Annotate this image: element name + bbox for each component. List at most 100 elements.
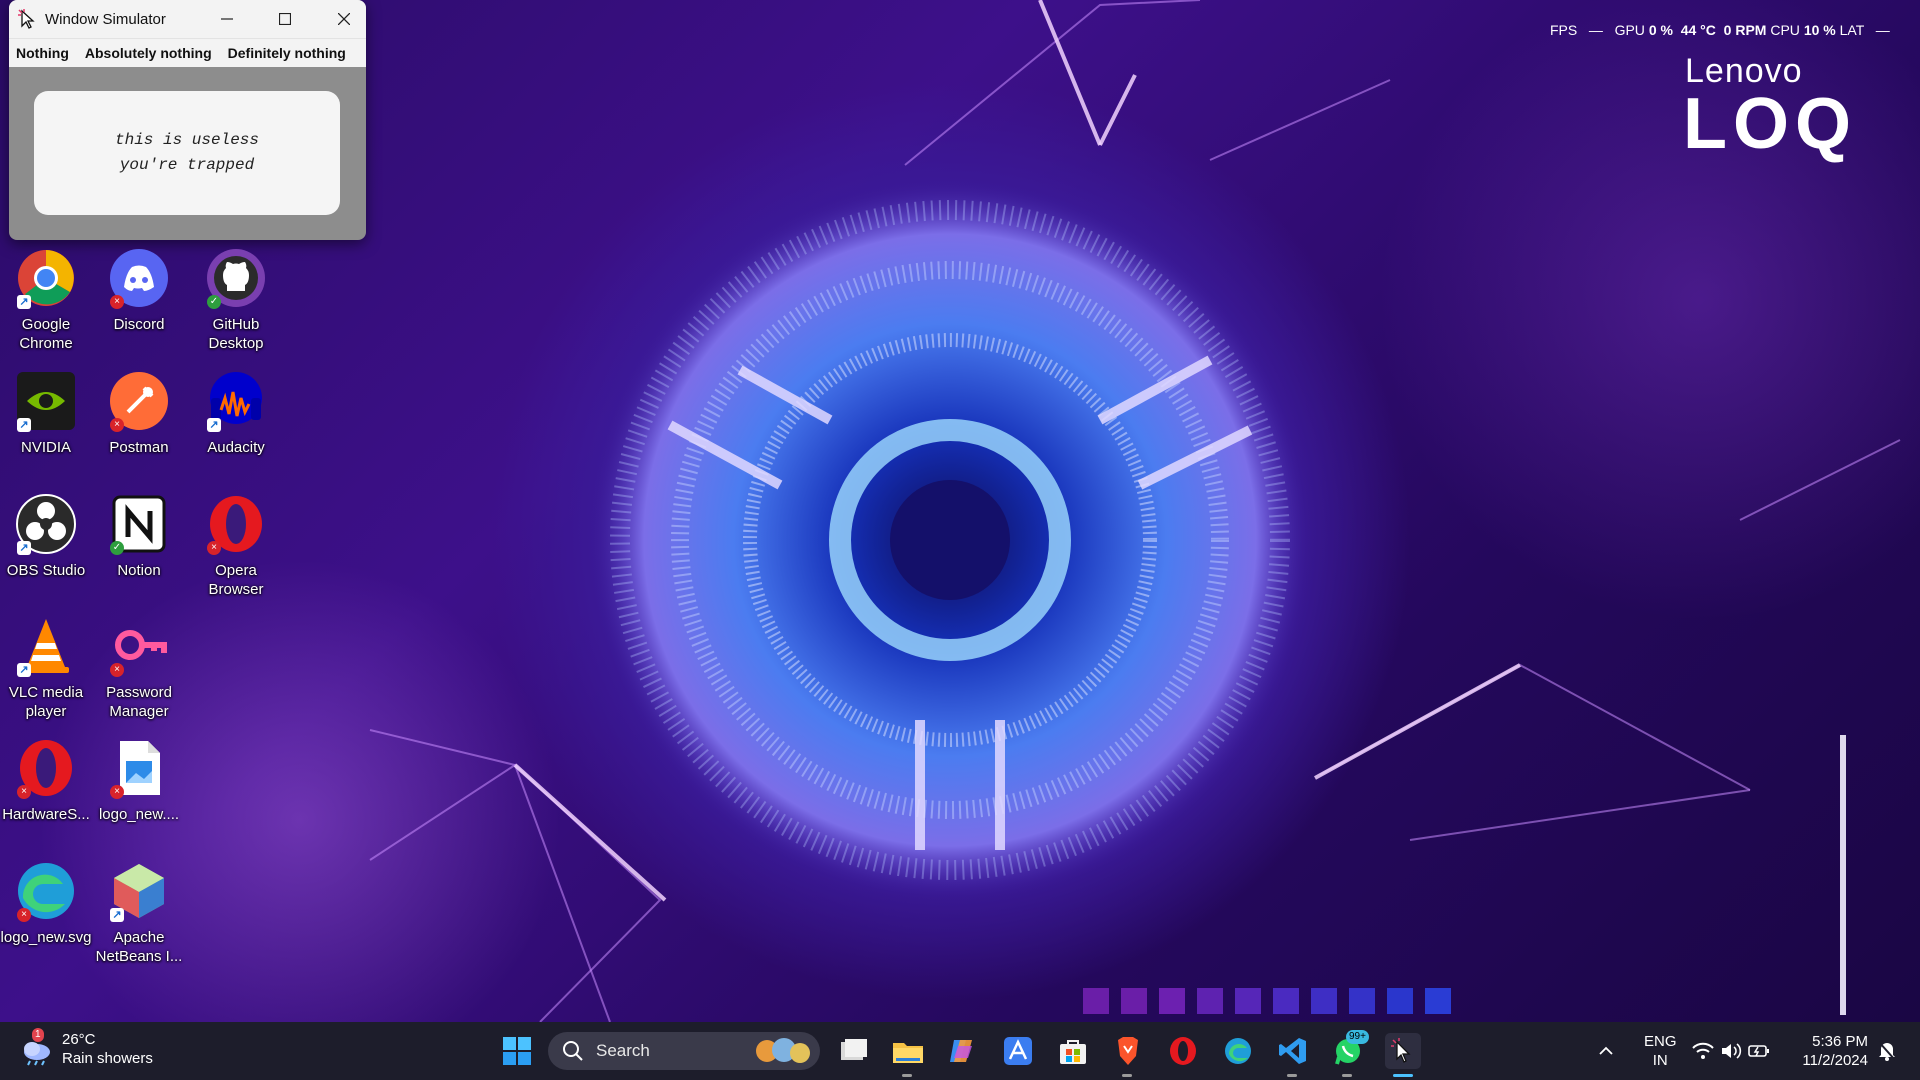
desktop-icon-label: Password Manager [106, 684, 172, 720]
sync-error-icon: × [17, 908, 31, 922]
close-button[interactable] [321, 0, 366, 38]
shortcut-arrow-icon: ↗ [17, 663, 31, 677]
window-simulator[interactable]: Window Simulator Nothing Absolutely noth… [9, 0, 366, 240]
start-button[interactable] [499, 1033, 535, 1069]
desktop-icon[interactable]: ✓ Notion [93, 493, 185, 580]
copilot-button[interactable] [945, 1033, 981, 1069]
edge-icon: × [15, 860, 77, 922]
decorative-squares [1083, 988, 1451, 1014]
performance-overlay: FPS — GPU 0 % 44 °C 0 RPM CPU 10 % LAT — [1550, 22, 1890, 38]
battery-button[interactable] [1746, 1033, 1772, 1069]
task-view-button[interactable] [836, 1033, 872, 1069]
desktop-icon[interactable]: ↗ Google Chrome [0, 247, 92, 353]
key-icon: × [108, 615, 170, 677]
volume-button[interactable] [1718, 1033, 1744, 1069]
decorative-square [1197, 988, 1223, 1014]
desktop-icon-label: Audacity [207, 439, 265, 456]
desktop-icon[interactable]: × logo_new.... [93, 737, 185, 824]
shortcut-arrow-icon: ↗ [207, 418, 221, 432]
taskbar-search[interactable]: Search [548, 1032, 820, 1070]
gpu-label: GPU [1614, 22, 1645, 38]
sync-error-icon: × [110, 418, 124, 432]
desktop-icon[interactable]: × Opera Browser [190, 493, 282, 599]
input-language-indicator[interactable]: ENG IN [1644, 1032, 1677, 1070]
running-indicator [1342, 1074, 1352, 1077]
desktop-icon[interactable]: ↗ NVIDIA [0, 370, 92, 457]
nvidia-icon: ↗ [15, 370, 77, 432]
wifi-button[interactable] [1690, 1033, 1716, 1069]
edge-taskbar-button[interactable] [1220, 1033, 1256, 1069]
message-panel: this is useless you're trapped [34, 91, 340, 215]
window-title: Window Simulator [45, 10, 166, 28]
show-hidden-icons-button[interactable] [1592, 1033, 1620, 1069]
whatsapp-button[interactable]: 99+ [1330, 1030, 1369, 1069]
opera-icon [1170, 1037, 1196, 1065]
desktop-icon[interactable]: × Discord [93, 247, 185, 334]
minimize-button[interactable] [204, 0, 250, 38]
notification-bell-icon [1878, 1041, 1896, 1061]
maximize-button[interactable] [262, 0, 308, 38]
desktop-icon[interactable]: ↗ Apache NetBeans I... [93, 860, 185, 966]
opera-icon: × [15, 737, 77, 799]
postman-icon: × [108, 370, 170, 432]
app-button[interactable] [1000, 1033, 1036, 1069]
search-highlight-icon [756, 1038, 810, 1063]
window-simulator-taskbar-button[interactable] [1385, 1033, 1421, 1069]
cursor-app-icon [1391, 1038, 1411, 1063]
language-code: ENG [1644, 1033, 1677, 1050]
weather-icon: 1 [20, 1028, 54, 1066]
desktop-icon[interactable]: × HardwareS... [0, 737, 92, 824]
message-line-2: you're trapped [119, 156, 255, 174]
desktop-icon[interactable]: ↗ OBS Studio [0, 493, 92, 580]
notion-icon: ✓ [108, 493, 170, 555]
vlc-icon: ↗ [15, 615, 77, 677]
gpu-fan: 0 RPM [1723, 22, 1767, 38]
cpu-label: CPU [1770, 22, 1800, 38]
desktop-icon[interactable]: × Password Manager [93, 615, 185, 721]
desktop-icon[interactable]: × Postman [93, 370, 185, 457]
decorative-square [1159, 988, 1185, 1014]
decorative-square [1387, 988, 1413, 1014]
folder-icon [893, 1043, 923, 1063]
search-label: Search [596, 1041, 650, 1060]
store-button[interactable] [1055, 1033, 1091, 1069]
sync-error-icon: × [110, 295, 124, 309]
windows-start-icon [503, 1037, 531, 1065]
notifications-button[interactable] [1876, 1033, 1898, 1069]
desktop-icon-label: Discord [113, 316, 165, 333]
github-icon: ✓ [205, 247, 267, 309]
menu-item-definitely-nothing[interactable]: Definitely nothing [228, 45, 346, 61]
shortcut-arrow-icon: ↗ [17, 541, 31, 555]
desktop-icon[interactable]: ✓ GitHub Desktop [190, 247, 282, 353]
title-bar[interactable]: Window Simulator [9, 0, 366, 38]
desktop-icon-label: Notion [117, 562, 161, 579]
running-indicator [1122, 1074, 1132, 1077]
decorative-square [1273, 988, 1299, 1014]
minimize-icon [221, 18, 233, 20]
desktop-icon[interactable]: ↗ VLC media player [0, 615, 92, 721]
vscode-button[interactable] [1275, 1033, 1311, 1069]
running-indicator [902, 1074, 912, 1077]
sync-error-icon: × [110, 785, 124, 799]
edge-icon [1225, 1038, 1251, 1064]
clock[interactable]: 5:36 PM 11/2/2024 [1790, 1032, 1868, 1070]
weather-description: Rain showers [62, 1050, 153, 1067]
battery-charging-icon [1748, 1045, 1769, 1057]
vscode-icon [1279, 1038, 1306, 1064]
file-explorer-button[interactable] [890, 1033, 926, 1069]
desktop-icon-label: VLC media player [8, 684, 84, 720]
taskbar: 1 26°C Rain showers Search 99+ ENG IN 5:… [0, 1022, 1920, 1080]
weather-widget[interactable]: 1 26°C Rain showers [20, 1028, 153, 1068]
desktop-icon-label: Postman [109, 439, 169, 456]
menu-item-nothing[interactable]: Nothing [16, 45, 69, 61]
menu-item-absolutely-nothing[interactable]: Absolutely nothing [85, 45, 212, 61]
brave-button[interactable] [1110, 1033, 1146, 1069]
brave-icon [1118, 1037, 1138, 1065]
store-icon [1060, 1040, 1086, 1064]
opera-taskbar-button[interactable] [1165, 1033, 1201, 1069]
desktop-icon[interactable]: ↗ Audacity [190, 370, 282, 457]
volume-icon [1722, 1043, 1742, 1059]
wifi-icon [1692, 1042, 1714, 1059]
message-line-1: this is useless [114, 131, 260, 149]
desktop-icon[interactable]: × logo_new.svg [0, 860, 92, 947]
